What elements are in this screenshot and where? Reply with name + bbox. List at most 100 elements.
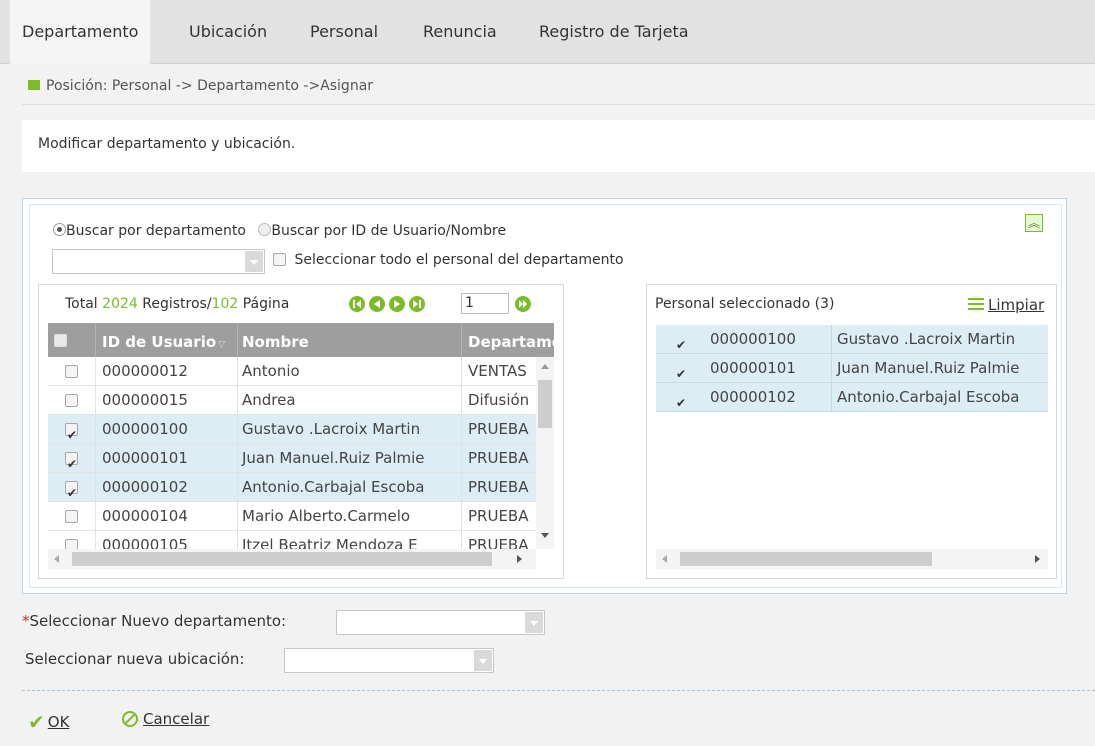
cell-user-id: 000000015 — [96, 386, 238, 415]
radio-by-department-label: Buscar por departamento — [66, 223, 246, 239]
cell-user-id: 000000012 — [96, 357, 238, 386]
row-checkbox[interactable] — [65, 394, 78, 407]
chevron-down-icon[interactable] — [525, 612, 543, 633]
scroll-up-icon[interactable] — [541, 364, 549, 369]
chevron-down-icon[interactable] — [474, 650, 492, 671]
cancel-icon — [122, 711, 138, 727]
pager-buttons — [349, 296, 425, 312]
select-all-checkbox[interactable] — [273, 253, 286, 266]
scroll-down-icon[interactable] — [541, 533, 549, 538]
tab-departamento[interactable]: Departamento — [10, 0, 151, 64]
required-mark: * — [22, 612, 30, 630]
check-icon: ✔ — [28, 710, 45, 734]
next-page-icon[interactable] — [389, 296, 405, 312]
column-header-id[interactable]: ID de Usuario ▽ — [96, 323, 238, 357]
selected-grid: 000000100Gustavo .Lacroix Martin00000010… — [656, 325, 1048, 413]
row-checkbox[interactable] — [65, 421, 78, 444]
selected-user-id: 000000100 — [704, 325, 832, 354]
tab-renuncia[interactable]: Renuncia — [411, 0, 509, 64]
cell-name: Juan Manuel.Ruiz Palmie — [238, 444, 462, 473]
cancel-label: Cancelar — [143, 710, 210, 728]
selected-row[interactable]: 000000102 Antonio.Carbajal Escoba — [656, 383, 1048, 412]
table-row[interactable]: 000000104 Mario Alberto.Carmelo PRUEBA — [48, 502, 536, 531]
chevron-down-icon[interactable] — [245, 251, 263, 272]
tab-registro-de-tarjeta[interactable]: Registro de Tarjeta — [527, 0, 701, 64]
page-number-input[interactable]: 1 — [461, 293, 509, 314]
cell-department: PRUEBA — [468, 449, 529, 467]
go-page-icon[interactable] — [514, 295, 532, 313]
column-header-name[interactable]: Nombre — [238, 323, 462, 357]
selected-row[interactable]: 000000100 Gustavo .Lacroix Martin — [656, 325, 1048, 354]
cell-user-id: 000000104 — [96, 502, 238, 531]
table-row[interactable]: 000000015 Andrea Difusión — [48, 386, 536, 415]
row-checkbox-cell — [48, 531, 96, 549]
new-location-label: Seleccionar nueva ubicación: — [25, 650, 245, 668]
ok-button[interactable]: ✔ OK — [28, 710, 69, 734]
row-checkbox-cell — [48, 357, 96, 386]
selected-checkbox[interactable] — [674, 331, 687, 354]
cancel-button[interactable]: Cancelar — [122, 710, 209, 728]
pager-page-label: Página — [242, 296, 290, 312]
selected-title: Personal seleccionado (3) — [655, 296, 835, 312]
table-row[interactable]: 000000012 Antonio VENTAS — [48, 357, 536, 386]
row-checkbox[interactable] — [65, 539, 78, 549]
pager-summary: Total 2024 Registros/102 Página — [65, 296, 289, 312]
table-row[interactable]: 000000100Gustavo .Lacroix Martin PRUEBA — [48, 415, 536, 444]
grid-vertical-scroll-thumb[interactable] — [538, 380, 552, 428]
row-checkbox[interactable] — [65, 510, 78, 523]
table-row[interactable]: 000000105 Itzel Beatriz Mendoza E PRUEBA — [48, 531, 536, 549]
selected-scroll-right-icon[interactable] — [1035, 555, 1040, 563]
cell-name: Andrea — [238, 386, 462, 415]
new-location-select[interactable] — [284, 648, 494, 673]
radio-by-id-label: Buscar por ID de Usuario/Nombre — [271, 223, 507, 239]
selected-name: Antonio.Carbajal Escoba — [837, 388, 1020, 406]
radio-by-id[interactable] — [258, 223, 272, 236]
new-department-select[interactable] — [336, 610, 545, 635]
cell-name: Mario Alberto.Carmelo — [238, 502, 462, 531]
cell-name: Antonio — [238, 357, 462, 386]
row-checkbox[interactable] — [65, 450, 78, 473]
search-mode-group: Buscar por departamento Buscar por ID de… — [53, 223, 506, 239]
cell-user-id: 000000100 — [96, 415, 238, 444]
row-checkbox[interactable] — [65, 479, 78, 502]
clear-button[interactable]: Limpiar — [968, 296, 1044, 314]
list-icon — [968, 298, 984, 310]
breadcrumb-text: Posición: Personal -> Departamento ->Asi… — [46, 78, 374, 94]
scroll-right-icon[interactable] — [517, 555, 522, 563]
cell-department: Difusión — [468, 391, 530, 409]
cell-department: PRUEBA — [468, 507, 529, 525]
row-checkbox-cell — [48, 444, 96, 473]
selected-user-id: 000000102 — [704, 383, 832, 412]
selected-scroll-left-icon[interactable] — [662, 555, 667, 563]
tab-ubicacion[interactable]: Ubicación — [177, 0, 279, 64]
selected-name: Gustavo .Lacroix Martin — [837, 330, 1016, 348]
top-tab-bar: Departamento Ubicación Personal Renuncia… — [0, 0, 1095, 64]
cell-name: Gustavo .Lacroix Martin — [238, 415, 462, 444]
row-checkbox-cell — [48, 502, 96, 531]
row-checkbox-cell — [48, 473, 96, 502]
select-all-row: Seleccionar todo el personal del departa… — [273, 252, 624, 268]
selected-horizontal-scroll-thumb[interactable] — [680, 552, 932, 566]
table-row[interactable]: 000000102Antonio.Carbajal Escoba PRUEBA — [48, 473, 536, 502]
scroll-left-icon[interactable] — [54, 555, 59, 563]
selected-checkbox-cell — [656, 354, 704, 383]
selected-checkbox[interactable] — [674, 389, 687, 412]
cell-user-id: 000000102 — [96, 473, 238, 502]
last-page-icon[interactable] — [409, 296, 425, 312]
radio-by-department[interactable] — [53, 223, 66, 236]
selected-row[interactable]: 000000101 Juan Manuel.Ruiz Palmie — [656, 354, 1048, 383]
column-header-department[interactable]: Departamento — [462, 323, 554, 357]
pager-pages: 102 — [211, 296, 239, 312]
tab-personal[interactable]: Personal — [298, 0, 390, 64]
department-select[interactable] — [52, 249, 265, 274]
header-select-all-checkbox[interactable] — [54, 334, 67, 347]
collapse-icon[interactable]: ︽ — [1025, 214, 1043, 232]
first-page-icon[interactable] — [349, 296, 365, 312]
prev-page-icon[interactable] — [369, 296, 385, 312]
table-row[interactable]: 000000101Juan Manuel.Ruiz Palmie PRUEBA — [48, 444, 536, 473]
header-checkbox-cell — [48, 323, 96, 357]
row-checkbox[interactable] — [65, 365, 78, 378]
grid-horizontal-scroll-thumb[interactable] — [72, 552, 492, 566]
selected-checkbox[interactable] — [674, 360, 687, 383]
ok-label: OK — [47, 713, 70, 731]
